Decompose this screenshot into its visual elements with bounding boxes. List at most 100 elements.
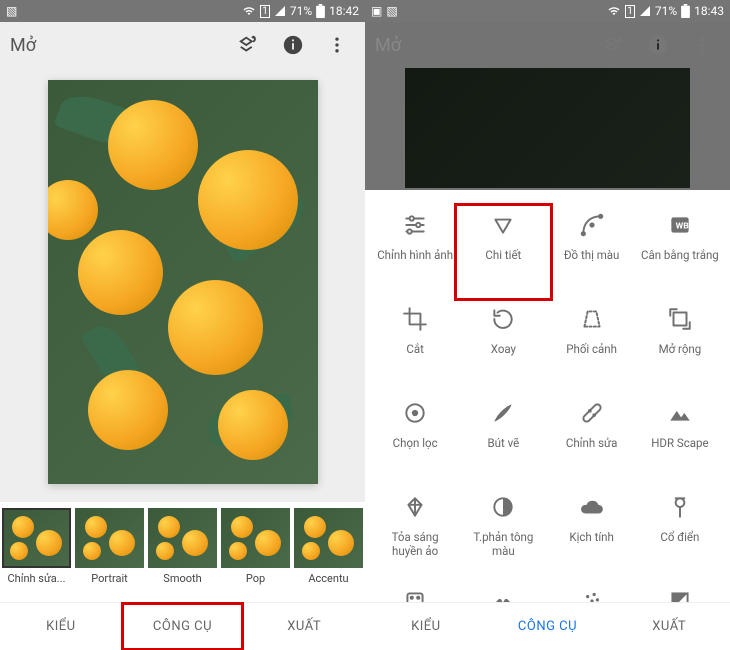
perspective-icon <box>572 302 612 336</box>
phone-right: ▣ ▧ 1 71% 18:43 Mở Chỉnh hình ảnhChi tiế… <box>365 0 730 650</box>
tab-kieu[interactable]: KIỂU <box>0 603 122 650</box>
tool-label: Chỉnh sửa <box>566 436 618 450</box>
tool-bw[interactable]: Đ... <box>636 584 724 602</box>
photo-preview <box>48 80 318 484</box>
notif-icon: ▧ <box>386 4 397 18</box>
tool-drama[interactable]: Kịch tính <box>548 490 636 578</box>
overflow-menu-icon[interactable] <box>684 27 720 63</box>
notif-icon: ▣ <box>371 4 382 18</box>
tool-label: Chọn lọc <box>393 436 438 450</box>
tool-crop[interactable]: Cắt <box>371 302 459 390</box>
tool-retro[interactable]: N... <box>459 584 547 602</box>
style-thumb <box>148 508 217 568</box>
style-label: Portrait <box>75 572 144 585</box>
battery-percent: 71% <box>655 4 677 18</box>
status-bar: ▧ 1 71% 18:42 <box>0 0 365 22</box>
tool-label: Xoay <box>491 342 516 356</box>
signal-icon <box>639 5 651 17</box>
tool-grunge[interactable]: G... <box>548 584 636 602</box>
tool-perspective[interactable]: Phối cảnh <box>548 302 636 390</box>
tool-label: T.phản tông màu <box>463 530 543 559</box>
style-thumb <box>221 508 290 568</box>
tool-label: Mở rộng <box>659 342 702 356</box>
clock: 18:42 <box>329 4 359 18</box>
dice-icon <box>395 584 435 602</box>
mountains-icon <box>660 396 700 430</box>
tool-label: Bút vẽ <box>488 436 520 450</box>
open-button[interactable]: Mở <box>375 35 588 56</box>
cloud-icon <box>572 490 612 524</box>
tool-label: Phối cảnh <box>566 342 617 356</box>
overflow-menu-icon[interactable] <box>319 27 355 63</box>
style-label: Accentu <box>294 572 363 585</box>
target-icon <box>395 396 435 430</box>
style-item-2[interactable]: Smooth <box>148 508 217 602</box>
tool-label: Tỏa sáng huyền ảo <box>375 530 455 559</box>
undo-stack-icon[interactable] <box>596 27 632 63</box>
style-label: Smooth <box>148 572 217 585</box>
open-button[interactable]: Mở <box>10 35 223 56</box>
tool-whitebal[interactable]: WB Cân bằng trắng <box>636 208 724 296</box>
style-thumb <box>294 508 363 568</box>
expand-icon <box>660 302 700 336</box>
tool-hdr[interactable]: HDR Scape <box>636 396 724 484</box>
battery-percent: 71% <box>290 4 312 18</box>
style-item-3[interactable]: Pop <box>221 508 290 602</box>
bottom-tabs: KIỂU CÔNG CỤ XUẤT <box>365 602 730 650</box>
tool-brush[interactable]: Bút vẽ <box>459 396 547 484</box>
tool-label: Chi tiết <box>485 248 521 262</box>
style-item-4[interactable]: Accentu <box>294 508 363 602</box>
app-bar: Mở <box>365 22 730 68</box>
mustache-icon <box>483 584 523 602</box>
tab-kieu[interactable]: KIỂU <box>365 603 487 650</box>
sliders-icon <box>395 208 435 242</box>
undo-stack-icon[interactable] <box>231 27 267 63</box>
info-icon[interactable] <box>640 27 676 63</box>
half-circle-icon <box>483 490 523 524</box>
style-label: Chỉnh sửa... <box>2 572 71 585</box>
tool-label: Cân bằng trắng <box>641 248 719 262</box>
wb-card-icon: WB <box>660 208 700 242</box>
style-thumb <box>2 508 71 568</box>
tool-label: Cắt <box>406 342 424 356</box>
battery-icon <box>681 4 690 18</box>
triangle-down-icon <box>483 208 523 242</box>
sim-icon: 1 <box>260 5 270 18</box>
tool-details[interactable]: Chi tiết <box>459 208 547 296</box>
tool-expand[interactable]: Mở rộng <box>636 302 724 390</box>
style-item-0[interactable]: Chỉnh sửa... <box>2 508 71 602</box>
pin-icon <box>660 490 700 524</box>
tab-congcu[interactable]: CÔNG CỤ <box>122 603 244 650</box>
brush-icon <box>483 396 523 430</box>
tool-rotate[interactable]: Xoay <box>459 302 547 390</box>
phone-left: ▧ 1 71% 18:42 Mở <box>0 0 365 650</box>
tab-xuat[interactable]: XUẤT <box>243 603 365 650</box>
tool-vintage[interactable]: Cổ điển <box>636 490 724 578</box>
wifi-icon <box>607 5 621 17</box>
clock: 18:43 <box>694 4 724 18</box>
tool-label: Đồ thị màu <box>564 248 620 262</box>
style-item-1[interactable]: Portrait <box>75 508 144 602</box>
tool-curves[interactable]: Đồ thị màu <box>548 208 636 296</box>
info-icon[interactable] <box>275 27 311 63</box>
tool-selective[interactable]: Chọn lọc <box>371 396 459 484</box>
tool-healing[interactable]: Chỉnh sửa <box>548 396 636 484</box>
style-label: Pop <box>221 572 290 585</box>
image-canvas[interactable] <box>0 68 365 502</box>
tab-congcu[interactable]: CÔNG CỤ <box>487 603 609 650</box>
notif-icon: ▧ <box>6 4 17 18</box>
diamond-sparkle-icon <box>395 490 435 524</box>
tool-glamour[interactable]: Tỏa sáng huyền ảo <box>371 490 459 578</box>
bottom-tabs: KIỂU CÔNG CỤ XUẤT <box>0 602 365 650</box>
bandage-icon <box>572 396 612 430</box>
rotate-icon <box>483 302 523 336</box>
tool-label: Chỉnh hình ảnh <box>377 248 453 262</box>
spray-icon <box>572 584 612 602</box>
tool-grainy[interactable]: Phim ... <box>371 584 459 602</box>
tool-tonal[interactable]: T.phản tông màu <box>459 490 547 578</box>
style-thumb <box>75 508 144 568</box>
tab-xuat[interactable]: XUẤT <box>608 603 730 650</box>
tool-tune[interactable]: Chỉnh hình ảnh <box>371 208 459 296</box>
tools-panel: Chỉnh hình ảnh Chi tiết Đồ thị màu WB Cân bằ… <box>365 190 730 602</box>
styles-strip[interactable]: Chỉnh sửa... Portrait Smooth Pop Accentu <box>0 502 365 602</box>
